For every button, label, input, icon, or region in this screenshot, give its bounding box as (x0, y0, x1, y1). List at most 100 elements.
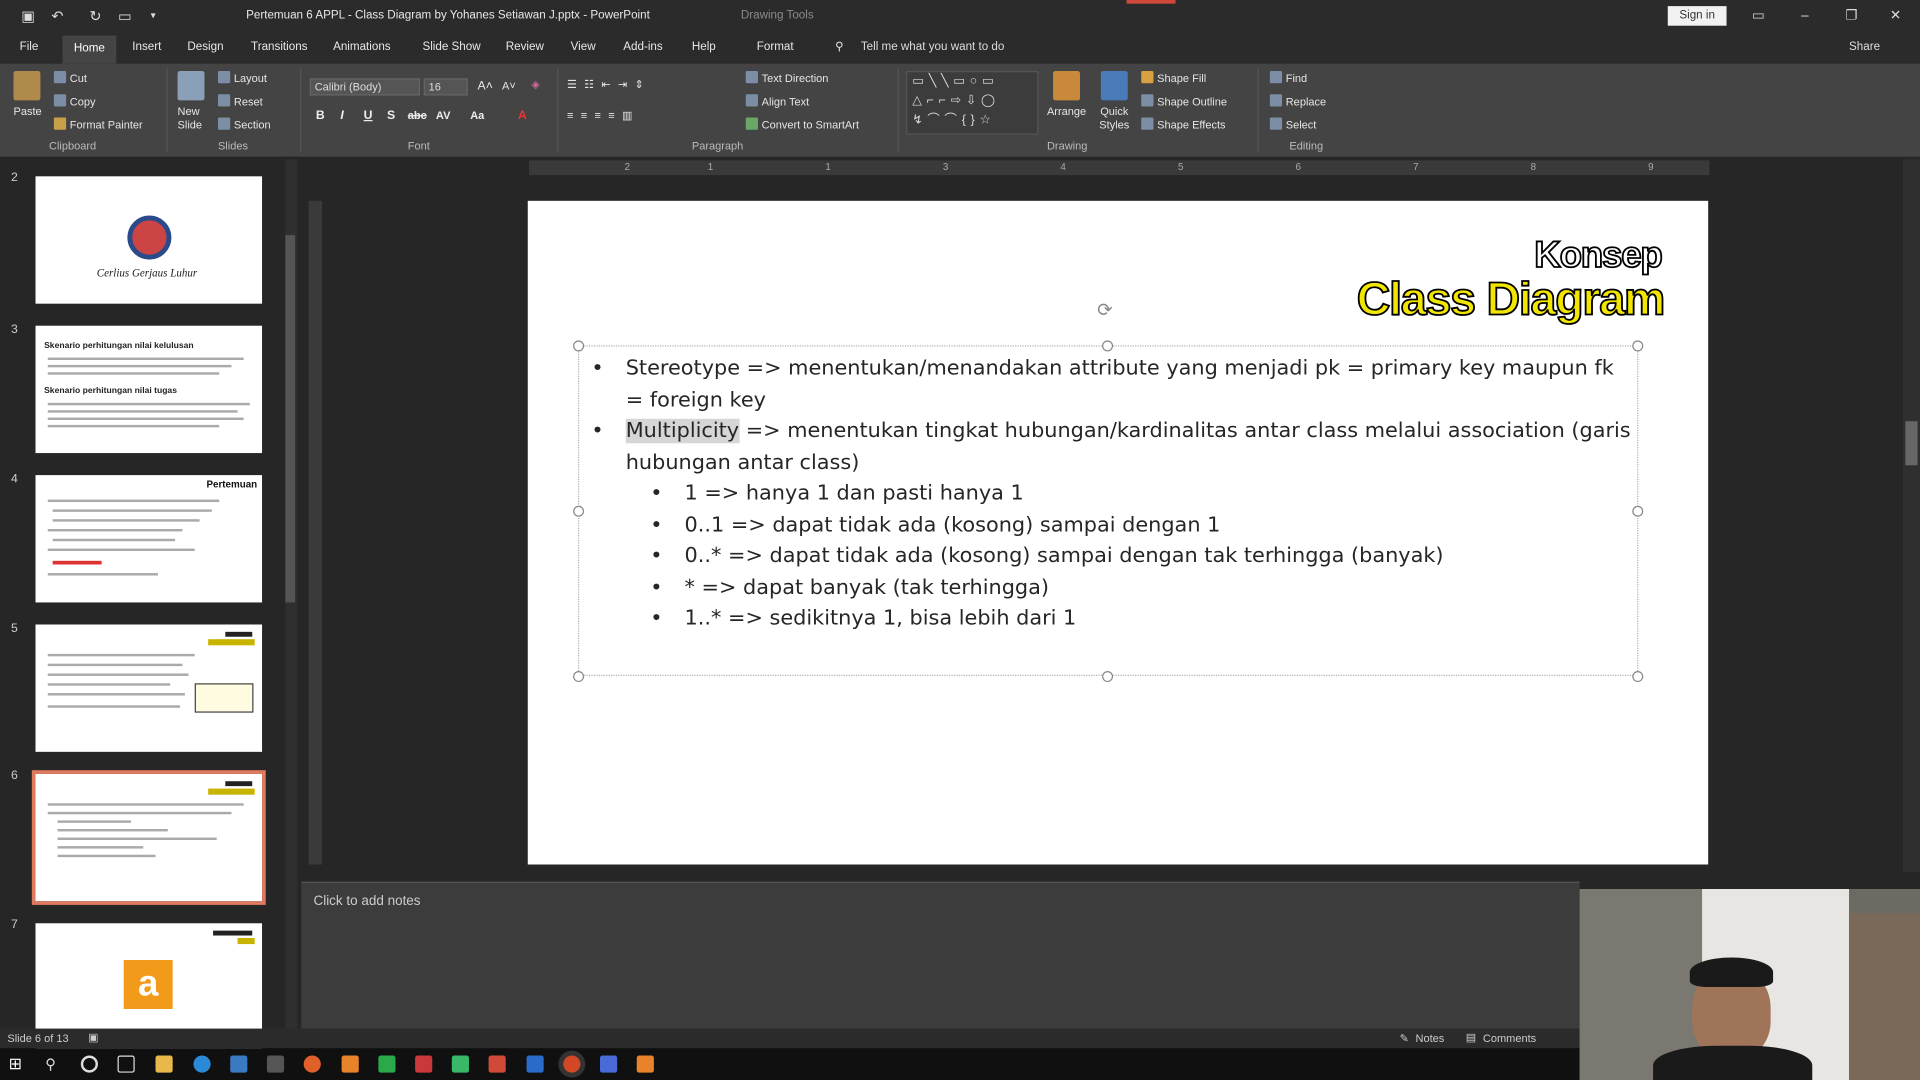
shapes-gallery[interactable]: ▭╲╲▭○▭ △⌐⌐⇨⇩◯ ↯⌒⌒{}☆ (906, 71, 1039, 135)
app-icon[interactable] (303, 1055, 321, 1073)
tab-file[interactable]: File (20, 40, 39, 53)
tab-slide-show[interactable]: Slide Show (422, 40, 480, 53)
task-view-icon[interactable] (117, 1055, 135, 1073)
thumbnail-slide-2[interactable]: Cerlius Gerjaus Luhur (35, 176, 263, 304)
resize-handle[interactable] (1632, 671, 1644, 683)
thumbnail-slide-4[interactable]: Pertemuan (35, 475, 263, 603)
notes-button[interactable]: Notes (1416, 1032, 1445, 1044)
resize-handle[interactable] (1632, 505, 1644, 517)
convert-smartart-button[interactable]: Convert to SmartArt (745, 117, 859, 131)
edge-icon[interactable] (193, 1055, 211, 1073)
paste-icon[interactable] (13, 71, 41, 101)
tab-review[interactable]: Review (506, 40, 544, 53)
app-icon[interactable] (341, 1055, 359, 1073)
app-icon[interactable] (266, 1055, 285, 1073)
app-icon[interactable] (600, 1055, 618, 1073)
tab-transitions[interactable]: Transitions (251, 40, 307, 53)
ribbon-display-options-icon[interactable]: ▭ (1746, 5, 1770, 27)
font-name-select[interactable]: Calibri (Body) (309, 78, 421, 96)
tab-home[interactable]: Home (62, 35, 117, 64)
resize-handle[interactable] (573, 340, 585, 352)
replace-button[interactable]: Replace (1269, 94, 1326, 108)
new-slide-button[interactable]: New Slide (178, 105, 205, 132)
thumbnails-scroll-thumb[interactable] (285, 235, 296, 603)
redo-icon[interactable]: ↻ (87, 7, 104, 24)
tab-view[interactable]: View (571, 40, 596, 53)
arrange-button[interactable]: Arrange (1047, 105, 1086, 117)
new-slide-icon[interactable] (177, 71, 205, 101)
sign-in-button[interactable]: Sign in (1667, 6, 1727, 26)
character-spacing-icon[interactable]: AV (436, 109, 451, 121)
cut-button[interactable]: Cut (53, 71, 87, 84)
select-button[interactable]: Select (1269, 117, 1316, 131)
resize-handle[interactable] (573, 505, 585, 517)
arrange-icon[interactable] (1053, 71, 1081, 101)
powerpoint-taskbar-icon[interactable] (563, 1055, 581, 1073)
font-color-icon[interactable]: A (518, 109, 527, 122)
app-icon[interactable] (415, 1055, 433, 1073)
notes-icon[interactable]: ✎ (1400, 1032, 1409, 1045)
align-text-button[interactable]: Align Text (745, 94, 809, 108)
thumbnail-slide-3[interactable]: Skenario perhitungan nilai kelulusan Ske… (35, 325, 263, 454)
minimize-icon[interactable]: – (1793, 5, 1817, 27)
clear-formatting-icon[interactable]: ◈ (531, 78, 539, 91)
app-icon[interactable] (378, 1055, 396, 1073)
format-painter-button[interactable]: Format Painter (53, 117, 143, 131)
thumbnail-slide-5[interactable] (35, 624, 263, 752)
underline-icon[interactable]: U (364, 109, 373, 122)
undo-icon[interactable]: ↶ (49, 7, 66, 24)
save-icon[interactable]: ▣ (20, 7, 37, 24)
paste-button[interactable]: Paste (13, 105, 41, 117)
notes-pane[interactable]: Click to add notes (301, 881, 1580, 1029)
quick-styles-button[interactable]: Quick Styles (1093, 105, 1135, 132)
shape-effects-button[interactable]: Shape Effects (1141, 117, 1226, 131)
accessibility-icon[interactable]: ▣ (88, 1031, 98, 1044)
tab-format[interactable]: Format (757, 40, 794, 53)
rotate-handle-icon[interactable]: ⟳ (1097, 301, 1114, 319)
decrease-font-icon[interactable]: A˅ (502, 80, 516, 92)
tab-animations[interactable]: Animations (333, 40, 391, 53)
bullet-list[interactable]: Stereotype => menentukan/menandakan attr… (591, 354, 1632, 635)
customize-qat-icon[interactable]: ▾ (144, 7, 161, 24)
copy-button[interactable]: Copy (53, 94, 96, 108)
slide-scrollbar[interactable] (1902, 159, 1920, 872)
notes-placeholder[interactable]: Click to add notes (313, 894, 420, 909)
slide-scroll-thumb[interactable] (1905, 421, 1918, 466)
layout-button[interactable]: Layout (217, 71, 267, 84)
comments-button[interactable]: Comments (1483, 1032, 1536, 1044)
app-icon[interactable] (230, 1055, 248, 1073)
app-icon[interactable] (636, 1055, 654, 1073)
search-icon[interactable]: ⚲ (45, 1056, 62, 1073)
tab-add-ins[interactable]: Add-ins (623, 40, 662, 53)
thumbnail-slide-6[interactable] (31, 770, 266, 905)
text-direction-button[interactable]: Text Direction (745, 71, 828, 84)
alignment-buttons[interactable]: ≡≡≡≡▥ (567, 109, 640, 122)
resize-handle[interactable] (1102, 340, 1114, 352)
windows-start-icon[interactable]: ⊞ (9, 1055, 26, 1073)
close-icon[interactable]: ✕ (1883, 5, 1907, 27)
italic-icon[interactable]: I (340, 109, 343, 122)
app-icon[interactable] (526, 1055, 544, 1073)
tell-me-search[interactable]: Tell me what you want to do (861, 40, 1005, 53)
strikethrough-icon[interactable]: abc (408, 109, 427, 121)
comments-icon[interactable]: ▤ (1466, 1031, 1476, 1044)
app-icon[interactable] (451, 1055, 469, 1073)
reset-button[interactable]: Reset (217, 94, 263, 108)
slide-canvas[interactable]: Konsep Class Diagram ⟳ Stereotype => men… (527, 200, 1709, 865)
change-case-icon[interactable]: Aa (470, 109, 484, 121)
tab-design[interactable]: Design (187, 40, 223, 53)
list-buttons[interactable]: ☰☷⇤⇥⇕ (567, 78, 651, 91)
share-button[interactable]: Share (1849, 40, 1880, 53)
find-button[interactable]: Find (1269, 71, 1307, 84)
font-size-select[interactable]: 16 (423, 78, 468, 96)
quick-styles-icon[interactable] (1100, 71, 1128, 101)
bold-icon[interactable]: B (316, 109, 325, 122)
shape-outline-button[interactable]: Shape Outline (1141, 94, 1227, 108)
shape-fill-button[interactable]: Shape Fill (1141, 71, 1206, 84)
app-icon[interactable] (488, 1055, 506, 1073)
start-from-beginning-icon[interactable]: ▭ (116, 7, 133, 24)
file-explorer-icon[interactable] (155, 1055, 173, 1073)
restore-icon[interactable]: ❐ (1839, 5, 1863, 27)
increase-font-icon[interactable]: A˄ (478, 80, 493, 93)
tab-help[interactable]: Help (692, 40, 716, 53)
